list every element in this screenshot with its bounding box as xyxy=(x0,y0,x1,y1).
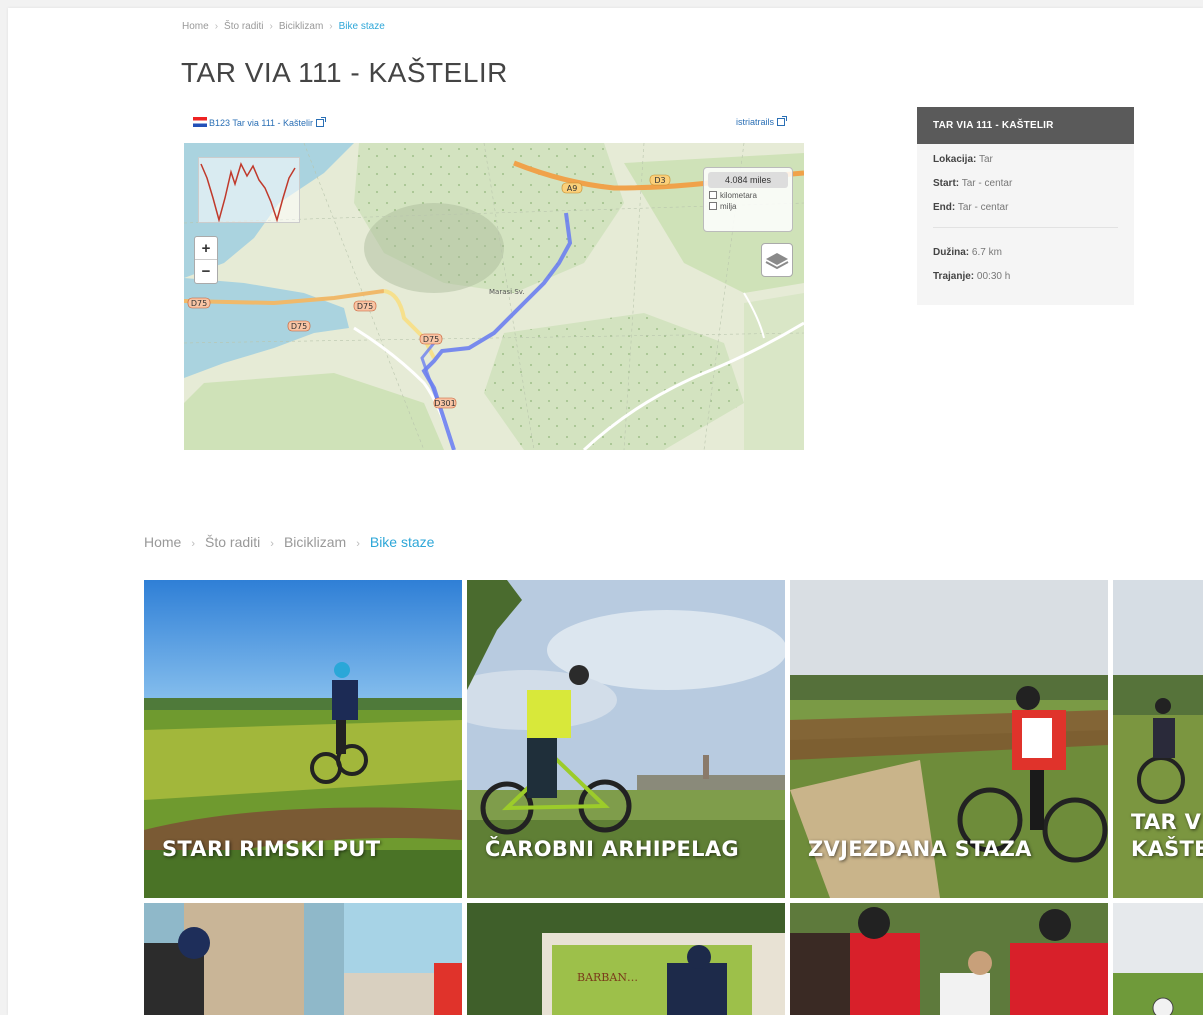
elevation-profile[interactable] xyxy=(198,157,300,223)
tile-label: TAR V KAŠTE xyxy=(1131,809,1203,863)
route-tile-carobni-arhipelag[interactable]: ČAROBNI ARHIPELAG xyxy=(467,580,785,898)
page-title: TAR VIA 111 - KAŠTELIR xyxy=(181,57,508,88)
info-length: Dužina: 6.7 km xyxy=(933,246,1118,270)
breadcrumb-cycling[interactable]: Biciklizam xyxy=(279,21,323,32)
external-link-icon xyxy=(316,117,327,127)
checkbox-icon[interactable] xyxy=(709,191,717,199)
location-label: Lokacija: xyxy=(933,154,977,165)
route-tile-row2-1[interactable] xyxy=(144,903,462,1015)
breadcrumb-home[interactable]: Home xyxy=(144,534,181,550)
info-start: Start: Tar - centar xyxy=(933,177,1118,201)
tile-label: ZVJEZDANA STAZA xyxy=(808,837,1032,861)
route-tile-row2-4[interactable] xyxy=(1113,903,1203,1015)
road-label-a9: A9 xyxy=(567,184,578,193)
breadcrumb-top: Home › Što raditi › Biciklizam › Bike staze xyxy=(182,21,385,32)
route-info-box: TAR VIA 111 - KAŠTELIR Lokacija: Tar Sta… xyxy=(917,107,1134,305)
breadcrumb-cycling[interactable]: Biciklizam xyxy=(284,534,346,550)
road-label-d75-2: D75 xyxy=(291,322,307,331)
location-value: Tar xyxy=(978,154,993,165)
map-header: B123 Tar via 111 - Kaštelir istriatrails xyxy=(193,116,787,133)
distance-value: 4.084 miles xyxy=(708,172,788,188)
end-value: Tar - centar xyxy=(957,202,1009,213)
road-label-d75-1: D75 xyxy=(191,299,207,308)
road-label-d3: D3 xyxy=(654,176,665,185)
elevation-chart xyxy=(200,161,296,223)
breadcrumb-current[interactable]: Bike staze xyxy=(339,21,385,32)
tile-photo xyxy=(1113,903,1203,1015)
start-value: Tar - centar xyxy=(961,178,1013,189)
duration-label: Trajanje: xyxy=(933,271,975,282)
tile-photo xyxy=(790,903,1108,1015)
info-end: End: Tar - centar xyxy=(933,201,1118,225)
breadcrumb-current[interactable]: Bike staze xyxy=(370,534,435,550)
road-label-d301: D301 xyxy=(434,399,455,408)
start-label: Start: xyxy=(933,178,960,189)
length-value: 6.7 km xyxy=(971,247,1002,258)
croatia-flag-icon xyxy=(193,117,207,127)
info-divider xyxy=(933,227,1118,228)
tile-label-line-1: TAR V xyxy=(1131,810,1202,834)
distance-box: 4.084 miles kilometara milja xyxy=(703,167,793,232)
route-tile-tar-via-kastelir[interactable]: TAR V KAŠTE xyxy=(1113,580,1203,898)
route-tile-row2-3[interactable] xyxy=(790,903,1108,1015)
breadcrumb-what-to-do[interactable]: Što raditi xyxy=(205,534,260,550)
length-label: Dužina: xyxy=(933,247,970,258)
info-body: Lokacija: Tar Start: Tar - centar End: T… xyxy=(917,144,1134,303)
info-title: TAR VIA 111 - KAŠTELIR xyxy=(917,107,1134,144)
zoom-out-button[interactable]: − xyxy=(195,260,217,283)
svg-text:BARBAN…: BARBAN… xyxy=(577,971,638,984)
road-label-d75-3: D75 xyxy=(357,302,373,311)
external-link-icon xyxy=(777,116,787,126)
breadcrumb-home[interactable]: Home xyxy=(182,21,209,32)
tile-label: STARI RIMSKI PUT xyxy=(162,837,381,861)
unit-miles-option[interactable]: milja xyxy=(709,202,787,211)
road-label-d75-4: D75 xyxy=(423,335,439,344)
route-tile-row2-2[interactable]: BARBAN… xyxy=(467,903,785,1015)
unit-km-label: kilometara xyxy=(720,191,757,200)
layers-icon xyxy=(765,253,789,270)
info-location: Lokacija: Tar xyxy=(933,153,1118,177)
route-tile-zvjezdana-staza[interactable]: ZVJEZDANA STAZA xyxy=(790,580,1108,898)
track-link-label: B123 Tar via 111 - Kaštelir xyxy=(209,118,314,128)
zoom-in-button[interactable]: + xyxy=(195,237,217,260)
zoom-control: + − xyxy=(194,236,218,284)
duration-value: 00:30 h xyxy=(976,271,1011,282)
breadcrumb-mid: Home › Što raditi › Biciklizam › Bike staze xyxy=(144,534,435,550)
source-link[interactable]: istriatrails xyxy=(735,116,787,127)
end-label: End: xyxy=(933,202,956,213)
route-tile-stari-rimski-put[interactable]: STARI RIMSKI PUT xyxy=(144,580,462,898)
source-link-label: istriatrails xyxy=(735,117,774,127)
checkbox-icon[interactable] xyxy=(709,202,717,210)
tile-label: ČAROBNI ARHIPELAG xyxy=(485,837,739,861)
info-duration: Trajanje: 00:30 h xyxy=(933,270,1118,294)
layers-button[interactable] xyxy=(761,243,793,277)
tile-photo: BARBAN… xyxy=(467,903,785,1015)
unit-km-option[interactable]: kilometara xyxy=(709,191,787,200)
tile-photo xyxy=(144,903,462,1015)
breadcrumb-what-to-do[interactable]: Što raditi xyxy=(224,21,263,32)
tile-label-line-2: KAŠTE xyxy=(1131,837,1203,861)
unit-miles-label: milja xyxy=(720,202,737,211)
place-label: Marasi Sv. xyxy=(489,288,525,296)
track-link[interactable]: B123 Tar via 111 - Kaštelir xyxy=(193,117,327,128)
